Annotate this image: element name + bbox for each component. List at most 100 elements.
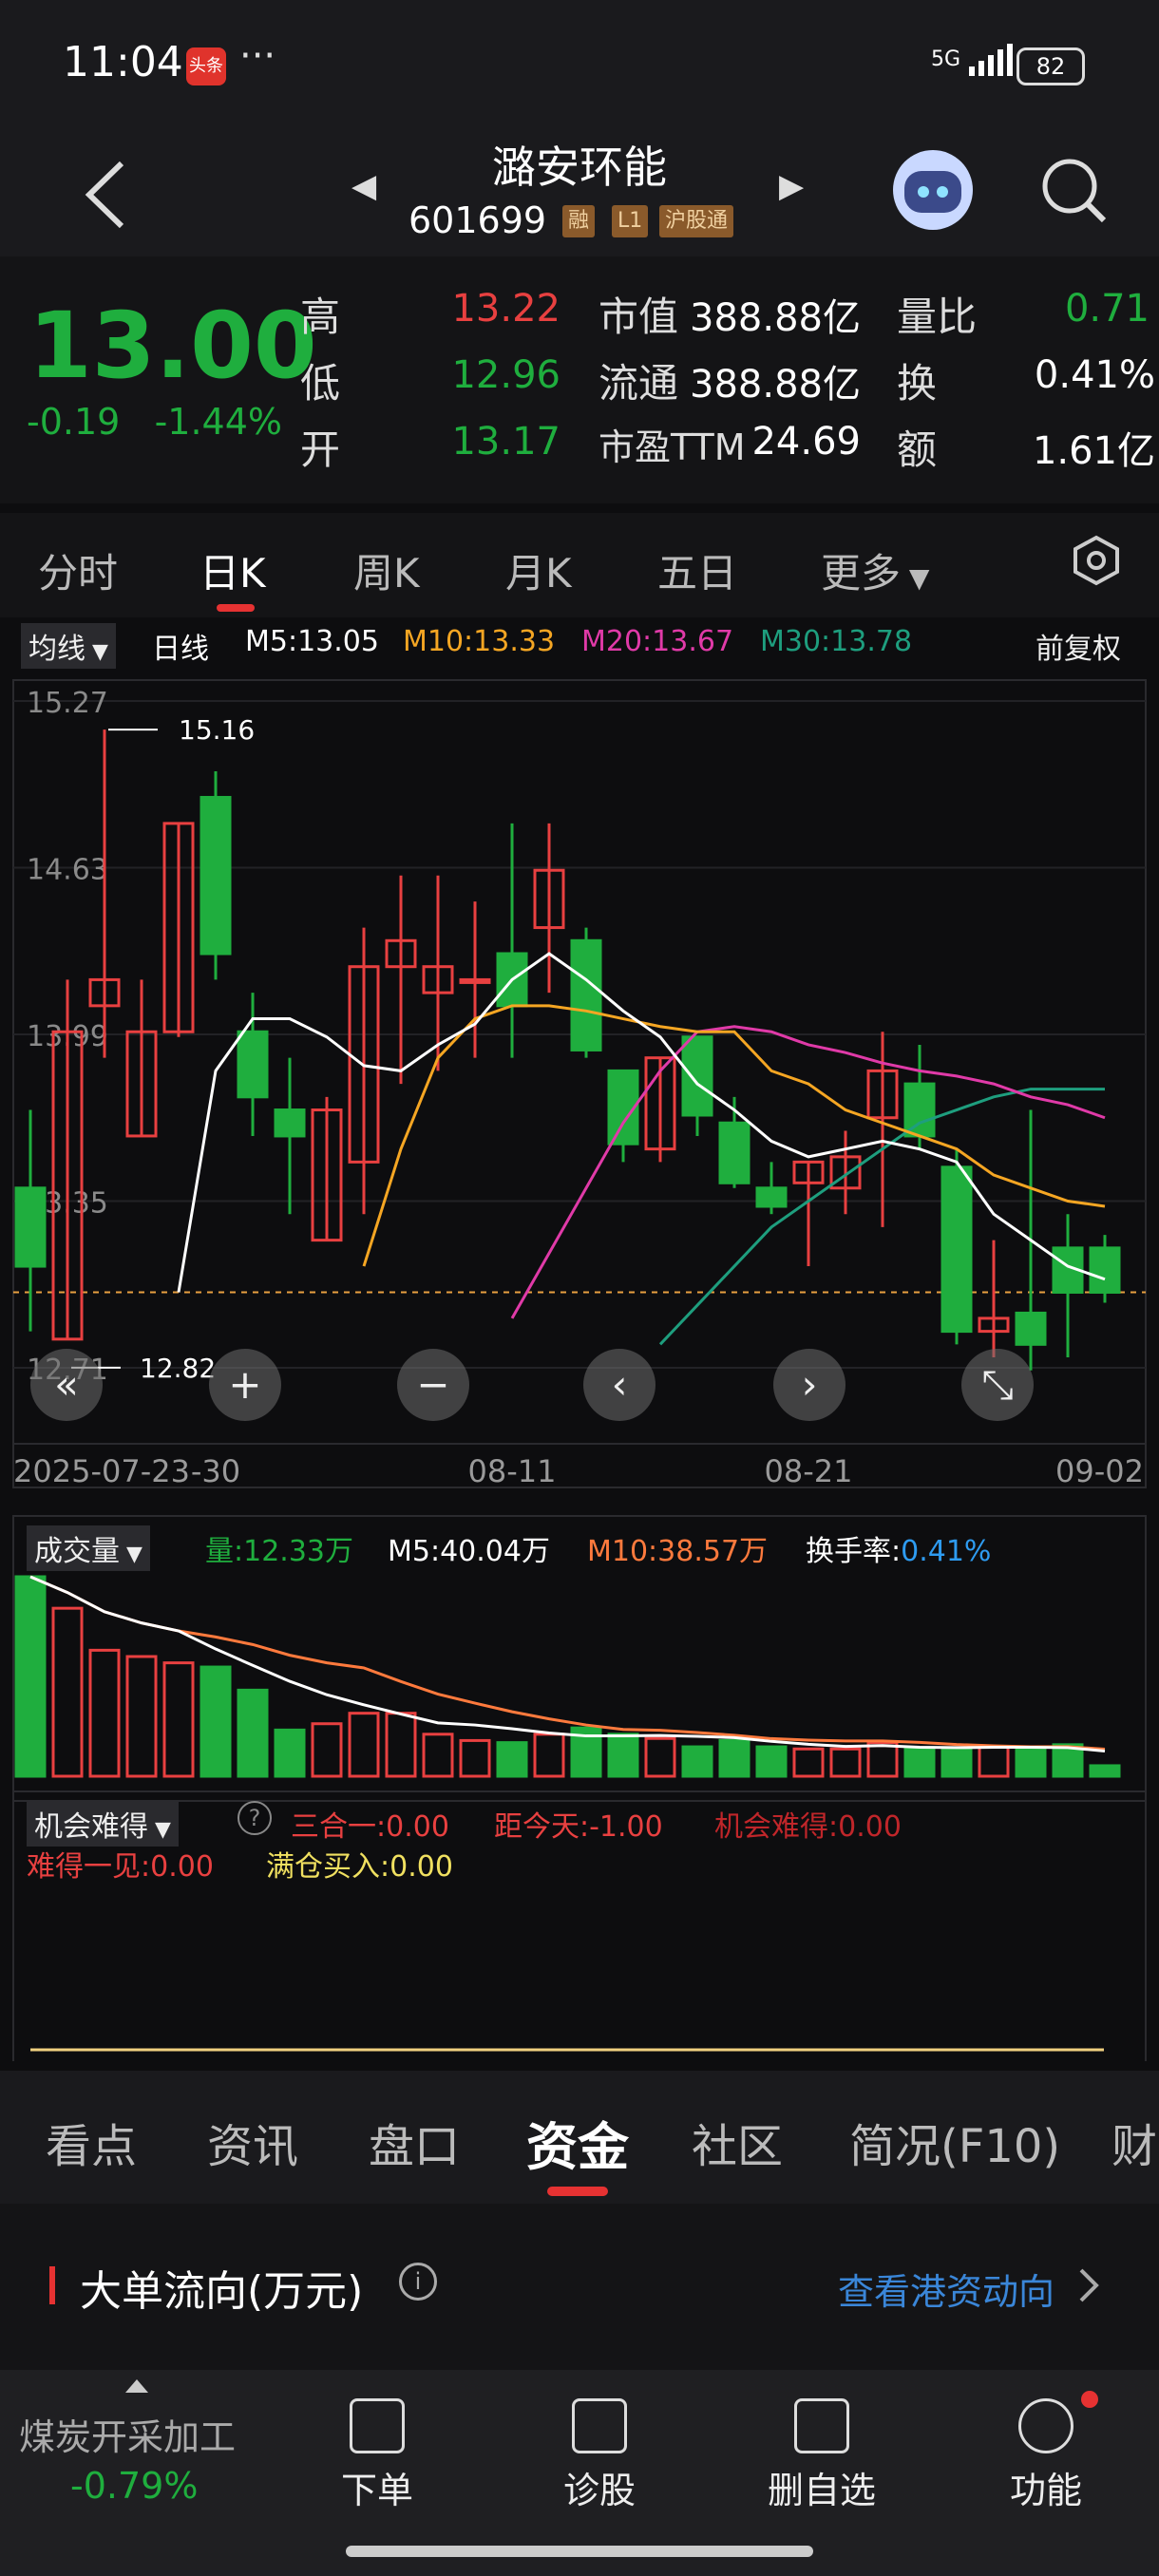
tab-capital[interactable]: 资金: [526, 2105, 629, 2180]
sector-name[interactable]: 煤炭开采加工: [19, 2408, 236, 2460]
back-arrow-icon[interactable]: [74, 152, 141, 237]
candle-body: [570, 938, 602, 1051]
candle-body: [681, 1035, 713, 1117]
level1-tag: L1: [612, 205, 649, 237]
order-button[interactable]: 下单: [306, 2398, 448, 2513]
candle-body: [1089, 1246, 1121, 1294]
days-to-today-value: 距今天:-1.00: [494, 1810, 663, 1844]
news-app-icon: 头条: [186, 47, 226, 85]
candle-body: [755, 1186, 788, 1208]
help-icon[interactable]: ?: [238, 1801, 272, 1835]
menu-button[interactable]: 功能: [975, 2398, 1117, 2513]
opportunity-value: 机会难得:0.00: [714, 1810, 902, 1844]
candle-body: [459, 977, 491, 984]
amount-label: 额: [897, 426, 938, 473]
x-tick-label: 08-11: [468, 1453, 557, 1489]
tab-more[interactable]: 更多 ▼: [821, 541, 929, 599]
volume-bar: [348, 1712, 380, 1778]
hk-flow-link[interactable]: 查看港资动向: [838, 2263, 1054, 2315]
tab-community[interactable]: 社区: [692, 2109, 783, 2175]
caret-up-icon[interactable]: [125, 2379, 148, 2393]
rare-value: 难得一见:0.00: [27, 1850, 214, 1884]
volume-bar: [422, 1733, 454, 1778]
connect-tag: 沪股通: [659, 205, 734, 237]
tab-finance[interactable]: 财: [1112, 2109, 1157, 2175]
turnover-rate: 换手率:0.41%: [806, 1527, 991, 1569]
status-bar: 11:04 头条 ··· 5G 82: [0, 0, 1159, 133]
opportunity-indicator-label: 机会难得: [34, 1810, 148, 1844]
volume-ratio-value: 0.71: [1064, 287, 1150, 331]
diagnose-icon: [572, 2398, 627, 2453]
opportunity-indicator-select[interactable]: 机会难得 ▼: [27, 1801, 179, 1847]
stock-header: ◀ 潞安环能 601699 融 L1 沪股通 ▶: [0, 133, 1159, 256]
section-marker: [49, 2266, 55, 2304]
volume-indicator-select[interactable]: 成交量 ▼: [27, 1525, 150, 1571]
active-section-indicator: [547, 2187, 608, 2196]
diagnose-label: 诊股: [562, 2470, 636, 2511]
tab-intraday[interactable]: 分时: [38, 541, 118, 599]
more-notifications-icon: ···: [239, 34, 276, 78]
y-tick-label: 14.63: [27, 854, 108, 887]
scroll-right-icon: ›: [802, 1361, 818, 1408]
pe-value: 24.69: [751, 420, 861, 464]
margin-tag: 融: [562, 205, 596, 237]
big-order-title: 大单流向(万元): [80, 2267, 364, 2316]
y-tick-label: 15.27: [27, 687, 108, 720]
full-position-value: 满仓买入:0.00: [266, 1850, 453, 1884]
turnover-rate-value: 0.41%: [901, 1535, 992, 1568]
high-marker-label: 15.16: [179, 714, 255, 746]
diagnose-button[interactable]: 诊股: [528, 2398, 671, 2513]
stock-name: 潞安环能: [492, 142, 667, 193]
zoom-out-icon: −: [416, 1361, 449, 1408]
volume-bar: [829, 1747, 862, 1778]
x-tick-label: 09-02: [1055, 1453, 1144, 1489]
chevron-right-icon[interactable]: [1074, 2266, 1102, 2304]
home-indicator[interactable]: [346, 2546, 813, 2557]
settings-hexagon-icon[interactable]: [1070, 534, 1123, 587]
tab-daily-k[interactable]: 日K: [200, 541, 266, 599]
tab-weekly-k[interactable]: 周K: [353, 541, 420, 599]
info-icon[interactable]: i: [399, 2263, 437, 2301]
zoom-in-icon: +: [228, 1361, 261, 1408]
fullscreen-icon: ⤡: [981, 1361, 1014, 1408]
quote-panel: 13.00 -0.19 -1.44% 高 13.22 低 12.96 开 13.…: [0, 256, 1159, 503]
last-price: 13.00: [28, 293, 317, 399]
volume-bar: [162, 1661, 195, 1778]
volume-bar: [51, 1606, 84, 1778]
candle-body: [14, 1186, 47, 1268]
volume-bar: [1015, 1747, 1047, 1778]
low-label: 低: [300, 360, 341, 407]
active-tab-indicator: [217, 604, 255, 612]
turnover-value: 0.41%: [1034, 353, 1155, 397]
tab-news[interactable]: 资讯: [207, 2109, 298, 2175]
search-icon[interactable]: [1037, 154, 1110, 226]
float-cap-value: 388.88亿: [690, 363, 861, 407]
clock: 11:04: [63, 38, 183, 86]
next-stock-button[interactable]: ▶: [779, 167, 804, 205]
tab-order-book[interactable]: 盘口: [369, 2109, 460, 2175]
tab-five-day[interactable]: 五日: [657, 541, 737, 599]
ai-assistant-icon[interactable]: [893, 150, 973, 230]
stock-code: 601699: [408, 199, 547, 241]
tab-monthly-k[interactable]: 月K: [505, 541, 572, 599]
volume-bar: [125, 1655, 158, 1778]
menu-label: 功能: [1009, 2470, 1082, 2511]
prev-stock-button[interactable]: ◀: [352, 167, 376, 205]
volume-value: 量:12.33万: [205, 1535, 353, 1568]
tab-highlights[interactable]: 看点: [46, 2109, 137, 2175]
volume-bar: [866, 1741, 899, 1778]
volume-ratio-label: 量比: [897, 294, 978, 340]
volume-bar: [496, 1741, 528, 1778]
volume-bar: [978, 1745, 1010, 1778]
volume-bar: [755, 1745, 788, 1778]
volume-bar: [533, 1733, 565, 1778]
volume-bar: [274, 1728, 306, 1778]
x-tick-label: -30: [191, 1453, 240, 1489]
candle-body: [237, 1030, 269, 1099]
remove-watchlist-button[interactable]: 删自选: [750, 2398, 893, 2513]
order-icon: [350, 2398, 405, 2453]
sector-change: -0.79%: [70, 2465, 199, 2507]
tab-f10[interactable]: 简况(F10): [849, 2109, 1060, 2175]
volume-indicator-label: 成交量: [34, 1535, 120, 1568]
kline-chart-area: 均线 ▼ 日线 M5:13.05 M10:13.33 M20:13.67 M30…: [0, 617, 1159, 2061]
